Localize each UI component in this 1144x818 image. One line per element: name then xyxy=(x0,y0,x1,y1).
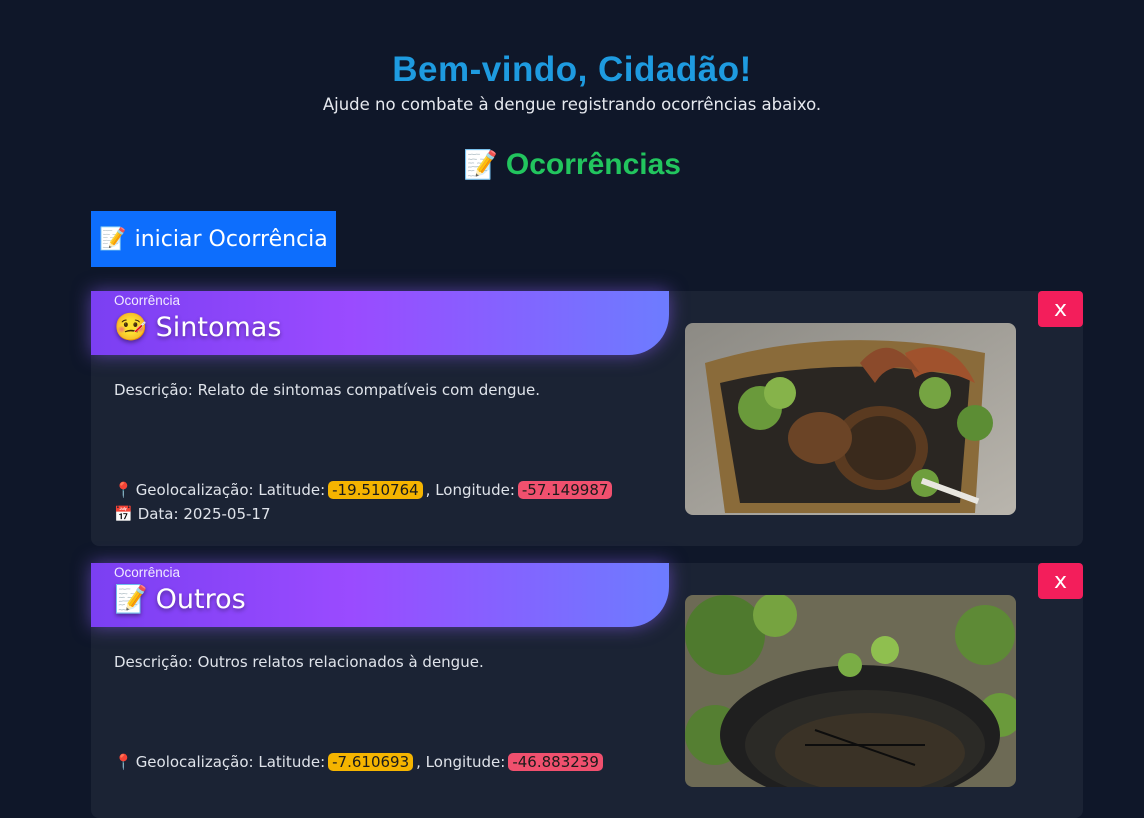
occurrence-header: Ocorrência 🤒 Sintomas xyxy=(91,291,669,355)
occurrence-description: Descrição: Outros relatos relacionados à… xyxy=(114,653,484,671)
memo-icon: 📝 xyxy=(114,584,148,615)
occurrence-kind-label: Ocorrência xyxy=(114,293,181,308)
calendar-icon: 📅 xyxy=(114,505,133,523)
geo-prefix: Geolocalização: Latitude: xyxy=(135,481,326,499)
occurrence-card: Ocorrência 📝 Outros Descrição: Outros re… xyxy=(91,563,1083,818)
occurrence-date-text: Data: 2025-05-17 xyxy=(137,505,271,523)
occurrence-title-text: Outros xyxy=(155,583,246,615)
section-title: 📝 Ocorrências xyxy=(0,148,1144,182)
latitude-badge: -7.610693 xyxy=(328,753,414,771)
latitude-badge: -19.510764 xyxy=(328,481,423,499)
start-occurrence-label: iniciar Ocorrência xyxy=(134,226,328,252)
occurrence-title: 📝 Outros xyxy=(114,583,246,616)
section-title-text: Ocorrências xyxy=(505,148,681,181)
occurrence-title-text: Sintomas xyxy=(155,311,282,343)
pin-icon: 📍 xyxy=(114,753,133,771)
longitude-badge: -46.883239 xyxy=(508,753,603,771)
page-title: Bem-vindo, Cidadão! xyxy=(392,50,752,89)
longitude-prefix: , Longitude: xyxy=(425,481,515,499)
longitude-prefix: , Longitude: xyxy=(416,753,506,771)
pin-icon: 📍 xyxy=(114,481,133,499)
occurrence-geolocation: 📍 Geolocalização: Latitude: -19.510764, … xyxy=(114,481,613,499)
occurrence-geolocation: 📍 Geolocalização: Latitude: -7.610693, L… xyxy=(114,753,603,771)
occurrence-title: 🤒 Sintomas xyxy=(114,311,282,344)
close-button[interactable]: x xyxy=(1038,563,1083,599)
close-button[interactable]: x xyxy=(1038,291,1083,327)
occurrence-card: Ocorrência 🤒 Sintomas Descrição: Relato … xyxy=(91,291,1083,546)
occurrence-photo xyxy=(685,595,1016,787)
sick-face-icon: 🤒 xyxy=(114,312,148,343)
geo-prefix: Geolocalização: Latitude: xyxy=(135,753,326,771)
occurrence-kind-label: Ocorrência xyxy=(114,565,181,580)
occurrence-header: Ocorrência 📝 Outros xyxy=(91,563,669,627)
memo-icon: 📝 xyxy=(463,148,498,181)
start-occurrence-button[interactable]: 📝 iniciar Ocorrência xyxy=(91,211,336,267)
page-subtitle: Ajude no combate à dengue registrando oc… xyxy=(322,95,822,114)
occurrence-photo xyxy=(685,323,1016,515)
occurrence-description: Descrição: Relato de sintomas compatívei… xyxy=(114,381,540,399)
memo-icon: 📝 xyxy=(99,226,127,252)
longitude-badge: -57.149987 xyxy=(517,481,613,499)
occurrence-date: 📅 Data: 2025-05-17 xyxy=(114,505,271,523)
